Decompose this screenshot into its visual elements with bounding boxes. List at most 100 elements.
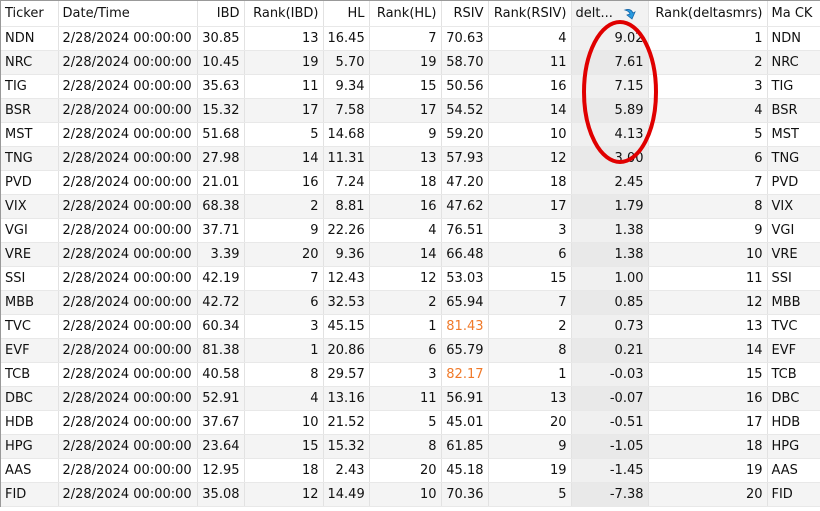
cell-rank-rsiv: 10 <box>488 122 572 147</box>
column-header-ma-ck[interactable]: Ma CK <box>767 1 820 27</box>
cell-rank-rsiv: 15 <box>488 266 572 291</box>
table-row[interactable]: MBB 2/28/2024 00:00:00 42.72 6 32.53 2 65.94 7 0… <box>1 290 820 315</box>
cell-deltasmrs: 4.13 <box>571 122 649 147</box>
column-header-hl[interactable]: HL <box>323 1 370 27</box>
cell-rank-deltasmrs: 7 <box>648 170 768 195</box>
column-header-rank-rsiv[interactable]: Rank(RSIV) <box>488 1 572 27</box>
column-header-rank-ibd[interactable]: Rank(IBD) <box>244 1 324 27</box>
cell-ibd: 60.34 <box>197 314 245 339</box>
cell-rank-ibd: 4 <box>244 386 324 411</box>
cell-rank-hl: 10 <box>369 482 442 507</box>
cell-rsiv: 81.43 <box>441 314 489 339</box>
cell-rank-ibd: 10 <box>244 410 324 435</box>
cell-rank-rsiv: 6 <box>488 242 572 267</box>
cell-rsiv: 65.94 <box>441 290 489 315</box>
cell-deltasmrs: 1.79 <box>571 194 649 219</box>
table-row[interactable]: VIX 2/28/2024 00:00:00 68.38 2 8.81 16 47.62 17… <box>1 194 820 219</box>
table-row[interactable]: HDB 2/28/2024 00:00:00 37.67 10 21.52 5 45.01 2… <box>1 410 820 435</box>
cell-datetime: 2/28/2024 00:00:00 <box>58 410 198 435</box>
cell-rank-hl: 4 <box>369 218 442 243</box>
column-header-datetime[interactable]: Date/Time <box>58 1 198 27</box>
cell-datetime: 2/28/2024 00:00:00 <box>58 146 198 171</box>
cell-deltasmrs: 0.73 <box>571 314 649 339</box>
table-row[interactable]: BSR 2/28/2024 00:00:00 15.32 17 7.58 17 54.52 1… <box>1 98 820 123</box>
table-row[interactable]: FID 2/28/2024 00:00:00 35.08 12 14.49 10 70.36… <box>1 482 820 507</box>
table-row[interactable]: VRE 2/28/2024 00:00:00 3.39 20 9.36 14 66.48 6 1… <box>1 242 820 267</box>
cell-hl: 7.24 <box>323 170 370 195</box>
cell-rank-ibd: 6 <box>244 290 324 315</box>
table-row[interactable]: MST 2/28/2024 00:00:00 51.68 5 14.68 9 59.20 10… <box>1 122 820 147</box>
cell-hl: 32.53 <box>323 290 370 315</box>
cell-deltasmrs: 5.89 <box>571 98 649 123</box>
cell-rank-rsiv: 5 <box>488 482 572 507</box>
cell-ticker: BSR <box>1 98 59 123</box>
column-header-label: Ma CK <box>771 6 813 21</box>
table-row[interactable]: VGI 2/28/2024 00:00:00 37.71 9 22.26 4 76.51 3 1… <box>1 218 820 243</box>
cell-ma-ck: FID <box>767 482 820 507</box>
table-row[interactable]: TNG 2/28/2024 00:00:00 27.98 14 11.31 13 57.93… <box>1 146 820 171</box>
cell-datetime: 2/28/2024 00:00:00 <box>58 170 198 195</box>
cell-rank-deltasmrs: 20 <box>648 482 768 507</box>
cell-rank-ibd: 3 <box>244 314 324 339</box>
table-row[interactable]: TIG 2/28/2024 00:00:00 35.63 11 9.34 15 50.56 1… <box>1 74 820 99</box>
cell-deltasmrs: 0.85 <box>571 290 649 315</box>
cell-datetime: 2/28/2024 00:00:00 <box>58 314 198 339</box>
cell-ticker: FID <box>1 482 59 507</box>
cell-ibd: 42.72 <box>197 290 245 315</box>
column-header-ibd[interactable]: IBD <box>197 1 245 27</box>
cell-rank-deltasmrs: 13 <box>648 314 768 339</box>
cell-rank-deltasmrs: 12 <box>648 290 768 315</box>
cell-hl: 12.43 <box>323 266 370 291</box>
cell-rank-deltasmrs: 19 <box>648 458 768 483</box>
cell-ibd: 23.64 <box>197 434 245 459</box>
column-header-rsiv[interactable]: RSIV <box>441 1 489 27</box>
cell-ibd: 81.38 <box>197 338 245 363</box>
cell-rank-deltasmrs: 9 <box>648 218 768 243</box>
cell-rank-hl: 2 <box>369 290 442 315</box>
cell-ibd: 3.39 <box>197 242 245 267</box>
sort-descending-arrow-icon[interactable] <box>623 7 637 21</box>
column-header-label: Date/Time <box>62 6 130 21</box>
cell-ma-ck: DBC <box>767 386 820 411</box>
cell-hl: 7.58 <box>323 98 370 123</box>
cell-ticker: HPG <box>1 434 59 459</box>
cell-rank-deltasmrs: 2 <box>648 50 768 75</box>
table-row[interactable]: TVC 2/28/2024 00:00:00 60.34 3 45.15 1 81.43 2 0… <box>1 314 820 339</box>
table-row[interactable]: AAS 2/28/2024 00:00:00 12.95 18 2.43 20 45.18 1… <box>1 458 820 483</box>
column-header-label: Rank(HL) <box>376 6 437 21</box>
cell-deltasmrs: 3.00 <box>571 146 649 171</box>
table-row[interactable]: NDN 2/28/2024 00:00:00 30.85 13 16.45 7 70.63 4… <box>1 26 820 51</box>
cell-datetime: 2/28/2024 00:00:00 <box>58 122 198 147</box>
cell-hl: 8.81 <box>323 194 370 219</box>
cell-ticker: HDB <box>1 410 59 435</box>
cell-datetime: 2/28/2024 00:00:00 <box>58 266 198 291</box>
cell-rank-hl: 20 <box>369 458 442 483</box>
cell-hl: 21.52 <box>323 410 370 435</box>
cell-rank-ibd: 11 <box>244 74 324 99</box>
cell-rank-hl: 11 <box>369 386 442 411</box>
table-row[interactable]: SSI 2/28/2024 00:00:00 42.19 7 12.43 12 53.03 1… <box>1 266 820 291</box>
cell-rank-rsiv: 20 <box>488 410 572 435</box>
cell-rsiv: 58.70 <box>441 50 489 75</box>
table-row[interactable]: DBC 2/28/2024 00:00:00 52.91 4 13.16 11 56.91 1… <box>1 386 820 411</box>
table-row[interactable]: TCB 2/28/2024 00:00:00 40.58 8 29.57 3 82.17 1-… <box>1 362 820 387</box>
cell-ibd: 52.91 <box>197 386 245 411</box>
table-row[interactable]: NRC 2/28/2024 00:00:00 10.45 19 5.70 19 58.70 1… <box>1 50 820 75</box>
column-header-rank-hl[interactable]: Rank(HL) <box>369 1 442 27</box>
cell-ma-ck: BSR <box>767 98 820 123</box>
column-header-rank-deltasmrs[interactable]: Rank(deltasmrs) <box>648 1 768 27</box>
cell-ma-ck: TVC <box>767 314 820 339</box>
table-row[interactable]: EVF 2/28/2024 00:00:00 81.38 1 20.86 6 65.79 8 0… <box>1 338 820 363</box>
cell-rsiv: 66.48 <box>441 242 489 267</box>
table-row[interactable]: HPG 2/28/2024 00:00:00 23.64 15 15.32 8 61.85 9… <box>1 434 820 459</box>
cell-ticker: NDN <box>1 26 59 51</box>
column-header-ticker[interactable]: Ticker <box>1 1 59 27</box>
cell-hl: 2.43 <box>323 458 370 483</box>
table-row[interactable]: PVD 2/28/2024 00:00:00 21.01 16 7.24 18 47.20 1… <box>1 170 820 195</box>
column-header-deltasmrs[interactable]: delt... <box>571 1 649 27</box>
cell-rank-deltasmrs: 16 <box>648 386 768 411</box>
cell-rank-deltasmrs: 11 <box>648 266 768 291</box>
cell-rank-hl: 9 <box>369 122 442 147</box>
cell-rank-deltasmrs: 14 <box>648 338 768 363</box>
cell-rank-ibd: 8 <box>244 362 324 387</box>
